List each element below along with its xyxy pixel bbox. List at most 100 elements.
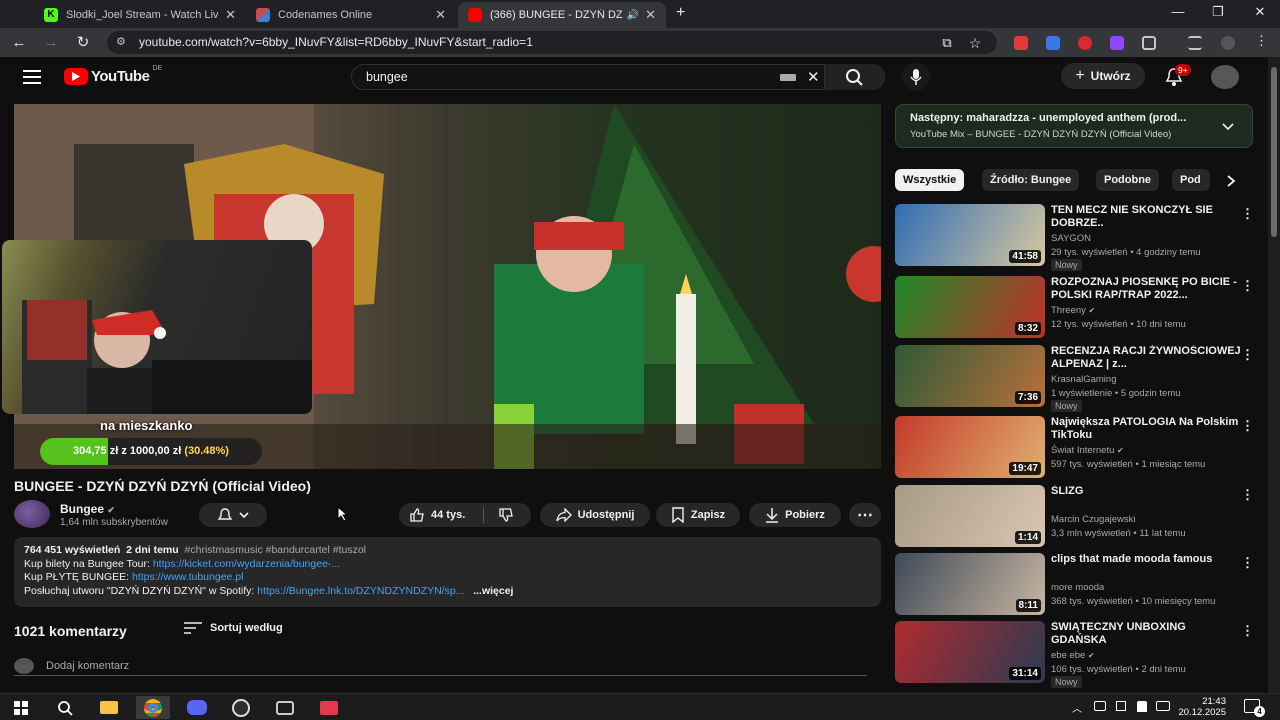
- minimize-button[interactable]: —: [1158, 4, 1198, 24]
- account-avatar[interactable]: [1211, 65, 1239, 89]
- sort-comments-button[interactable]: Sortuj według: [184, 622, 283, 634]
- channel-name[interactable]: ebe ebe ✔: [1051, 650, 1095, 661]
- red-app-icon[interactable]: [312, 696, 346, 719]
- scrollbar-thumb[interactable]: [1271, 67, 1277, 237]
- video-title[interactable]: ŚLIZG: [1051, 485, 1241, 498]
- hamburger-menu-icon[interactable]: [23, 70, 41, 84]
- download-button[interactable]: Pobierz: [749, 503, 841, 527]
- back-icon[interactable]: ←: [8, 32, 30, 54]
- recommended-video[interactable]: 19:47 Największa PATOLOGIA Na Polskim Tik…: [895, 416, 1255, 480]
- more-options-icon[interactable]: ⋮: [1241, 487, 1254, 503]
- system-clock[interactable]: 21:43 20.12.2025: [1172, 696, 1226, 718]
- video-thumbnail[interactable]: 8:11: [895, 553, 1045, 615]
- close-tab-icon[interactable]: ✕: [435, 7, 446, 23]
- file-explorer-icon[interactable]: [92, 696, 126, 719]
- subscribed-bell-button[interactable]: [199, 503, 267, 527]
- keyboard-icon[interactable]: [780, 74, 796, 81]
- windows-start-icon[interactable]: [4, 696, 38, 719]
- chrome-icon[interactable]: [136, 696, 170, 719]
- site-info-icon[interactable]: ⚙: [116, 35, 126, 48]
- recommended-video[interactable]: 7:36 RECENZJA RACJI ŻYWNOŚCIOWEJ ALPENAZ …: [895, 345, 1255, 412]
- share-button[interactable]: Udostępnij: [540, 503, 650, 527]
- save-button[interactable]: Zapisz: [656, 503, 740, 527]
- chip-partial[interactable]: Pod: [1172, 169, 1210, 191]
- search-input[interactable]: bungee: [366, 70, 408, 84]
- translate-extension-icon[interactable]: [1046, 36, 1060, 50]
- video-thumbnail[interactable]: 41:58: [895, 204, 1045, 266]
- more-actions-button[interactable]: ⋯: [849, 503, 881, 527]
- video-thumbnail[interactable]: 31:14: [895, 621, 1045, 683]
- channel-avatar[interactable]: [14, 500, 50, 528]
- tray-app-icon[interactable]: [1116, 701, 1126, 711]
- display-icon[interactable]: [1156, 701, 1170, 711]
- app-icon[interactable]: [268, 696, 302, 719]
- tab-youtube[interactable]: (366) BUNGEE - DZYŃ DZYŃ DZYŃ (Official …: [458, 2, 666, 28]
- more-options-icon[interactable]: ⋮: [1241, 206, 1254, 222]
- channel-name[interactable]: Bungee ✔: [60, 502, 115, 516]
- search-button[interactable]: [824, 64, 884, 90]
- video-title[interactable]: ROZPOZNAJ PIOSENKĘ PO BICIE - POLSKI RAP…: [1051, 276, 1241, 302]
- video-thumbnail[interactable]: 7:36: [895, 345, 1045, 407]
- more-options-icon[interactable]: ⋮: [1241, 623, 1254, 639]
- more-options-icon[interactable]: ⋮: [1241, 347, 1254, 363]
- album-link[interactable]: https://www.tubungee.pl: [132, 571, 244, 583]
- video-description[interactable]: 764 451 wyświetleń 2 dni temu #christmas…: [14, 537, 881, 607]
- notification-center-icon[interactable]: 4: [1244, 699, 1265, 717]
- maximize-button[interactable]: ❐: [1198, 4, 1238, 24]
- speaker-icon[interactable]: 🔊: [627, 10, 639, 21]
- profile-avatar[interactable]: [1221, 36, 1235, 50]
- video-title[interactable]: clips that made mooda famous: [1051, 553, 1241, 566]
- video-thumbnail[interactable]: 8:32: [895, 276, 1045, 338]
- video-title[interactable]: RECENZJA RACJI ŻYWNOŚCIOWEJ ALPENAZ | z.…: [1051, 345, 1241, 371]
- microphone-tray-icon[interactable]: [1137, 701, 1147, 712]
- notifications-button[interactable]: 9+: [1165, 64, 1191, 87]
- chip-related[interactable]: Podobne: [1096, 169, 1160, 191]
- channel-name[interactable]: more mooda: [1051, 582, 1104, 593]
- thumbs-down-icon[interactable]: [498, 507, 514, 523]
- video-thumbnail[interactable]: 19:47: [895, 416, 1045, 478]
- voice-search-button[interactable]: [902, 63, 930, 91]
- add-comment-field[interactable]: Dodaj komentarz: [14, 656, 867, 676]
- recommended-video[interactable]: 1:14 ŚLIZG Marcin Czugajewski 3,3 mln wyświ…: [895, 485, 1255, 549]
- show-more-button[interactable]: ...więcej: [473, 585, 513, 597]
- reading-list-icon[interactable]: [1188, 36, 1202, 50]
- obs-icon[interactable]: [224, 696, 258, 719]
- spotify-link[interactable]: https://Bungee.lnk.to/DZYNDZYNDZYN/sp...: [257, 585, 464, 597]
- channel-name[interactable]: Marcin Czugajewski: [1051, 514, 1135, 525]
- channel-name[interactable]: SAYGON: [1051, 233, 1091, 244]
- discord-icon[interactable]: [180, 696, 214, 719]
- video-title[interactable]: ŚWIĄTECZNY UNBOXING GDAŃSKA: [1051, 621, 1241, 647]
- browser-menu-icon[interactable]: ⋮: [1255, 33, 1268, 49]
- extensions-puzzle-icon[interactable]: [1142, 36, 1156, 50]
- url-field[interactable]: ⚙ youtube.com/watch?v=6bby_INuvFY&list=R…: [107, 31, 997, 54]
- close-tab-icon[interactable]: ✕: [645, 7, 656, 23]
- recommended-video[interactable]: 8:32 ROZPOZNAJ PIOSENKĘ PO BICIE - POLSKI…: [895, 276, 1255, 340]
- more-options-icon[interactable]: ⋮: [1241, 278, 1254, 294]
- video-thumbnail[interactable]: 1:14: [895, 485, 1045, 547]
- like-button[interactable]: 44 tys.: [409, 507, 465, 523]
- network-icon[interactable]: [1094, 701, 1106, 711]
- more-options-icon[interactable]: ⋮: [1241, 555, 1254, 571]
- recommended-video[interactable]: 31:14 ŚWIĄTECZNY UNBOXING GDAŃSKA ebe ebe …: [895, 621, 1255, 688]
- chevron-down-icon[interactable]: [1222, 123, 1234, 131]
- clear-search-icon[interactable]: ✕: [807, 68, 820, 86]
- forward-icon[interactable]: →: [40, 32, 62, 54]
- close-tab-icon[interactable]: ✕: [225, 7, 236, 23]
- more-options-icon[interactable]: ⋮: [1241, 418, 1254, 434]
- chip-all[interactable]: Wszystkie: [895, 169, 965, 191]
- up-next-panel[interactable]: Następny: maharadzza - unemployed anthem…: [895, 104, 1253, 148]
- tray-chevron-up-icon[interactable]: ︿: [1072, 700, 1082, 715]
- channel-name[interactable]: Świat Internetu ✔: [1051, 445, 1124, 456]
- reload-icon[interactable]: ↻: [72, 32, 94, 54]
- recommended-video[interactable]: 41:58 TEN MECZ NIE SKONCZYŁ SIE DOBRZE.. S…: [895, 204, 1255, 271]
- hashtags[interactable]: #christmasmusic #bandurcartel #tuszol: [185, 544, 367, 556]
- chevron-right-icon[interactable]: [1226, 175, 1236, 187]
- recommended-video[interactable]: 8:11 clips that made mooda famous more moo…: [895, 553, 1255, 617]
- tab-codenames[interactable]: Codenames Online ✕: [246, 2, 456, 28]
- tab-kick-stream[interactable]: K Slodki_Joel Stream - Watch Live ✕: [34, 2, 246, 28]
- search-taskbar-icon[interactable]: [48, 696, 82, 719]
- extension-red-icon[interactable]: [1078, 36, 1092, 50]
- channel-name[interactable]: Threeny ✔: [1051, 305, 1095, 316]
- video-title[interactable]: Największa PATOLOGIA Na Polskim TikToku: [1051, 416, 1241, 442]
- bookmark-star-icon[interactable]: ☆: [964, 32, 986, 54]
